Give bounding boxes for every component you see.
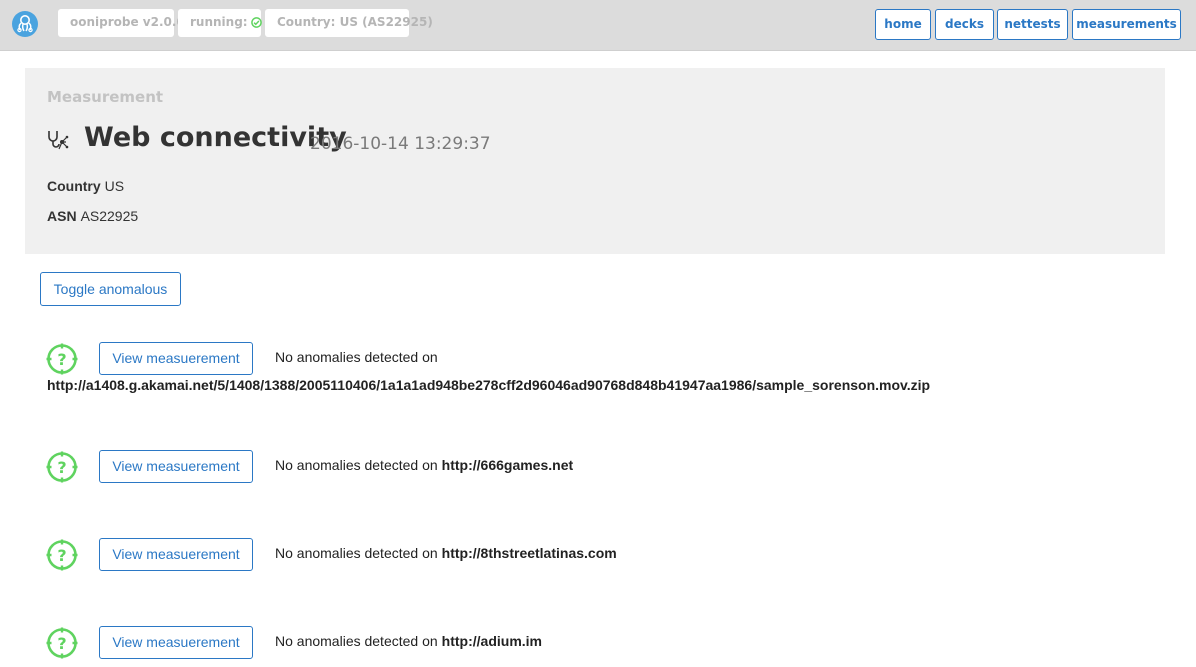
ooni-octopus-logo-icon[interactable]	[12, 11, 38, 37]
view-measurement-button[interactable]: View measuerement	[99, 626, 253, 659]
measurement-timestamp: 2016-10-14 13:29:37	[310, 134, 491, 154]
country-row: Country US	[47, 178, 124, 194]
check-circle-icon	[250, 17, 262, 28]
nav-decks-button[interactable]: decks	[935, 9, 994, 40]
result-text-line: No anomalies detected on http://8thstreet…	[275, 545, 617, 561]
svg-text:?: ?	[57, 458, 66, 477]
measurement-header: Measurement Web connectivity 2016-10-14 …	[25, 68, 1165, 254]
question-circle-icon: ?	[46, 343, 78, 375]
question-circle-icon: ?	[46, 539, 78, 571]
question-circle-icon: ?	[46, 627, 78, 659]
version-badge: ooniprobe v2.0.0	[58, 9, 185, 37]
nav-measurements-button[interactable]: measurements	[1072, 9, 1181, 40]
country-key: Country	[47, 178, 101, 194]
view-measurement-button[interactable]: View measuerement	[99, 538, 253, 571]
result-url: http://8thstreetlatinas.com	[441, 545, 617, 561]
svg-text:?: ?	[57, 350, 66, 369]
question-circle-icon: ?	[46, 451, 78, 483]
result-url: http://666games.net	[441, 457, 574, 473]
result-text: No anomalies detected on	[275, 349, 438, 365]
asn-row: ASN AS22925	[47, 208, 138, 224]
result-text: No anomalies detected on	[275, 633, 438, 649]
nav-home-button[interactable]: home	[875, 9, 931, 40]
section-label: Measurement	[47, 88, 164, 106]
result-text: No anomalies detected on	[275, 457, 438, 473]
result-text-line: No anomalies detected on http://666games.…	[275, 457, 573, 473]
result-url: http://a1408.g.akamai.net/5/1408/1388/20…	[47, 377, 931, 393]
svg-text:?: ?	[57, 634, 66, 653]
version-label: ooniprobe v2.0.0	[70, 15, 185, 29]
result-url: http://adium.im	[441, 633, 542, 649]
svg-text:?: ?	[57, 546, 66, 565]
asn-value: AS22925	[80, 208, 139, 224]
toggle-anomalous-button[interactable]: Toggle anomalous	[40, 272, 181, 306]
view-measurement-button[interactable]: View measuerement	[99, 450, 253, 483]
result-text-line: No anomalies detected on http://adium.im	[275, 633, 542, 649]
country-label: Country: US (AS22925)	[277, 15, 433, 29]
stethoscope-network-icon	[48, 131, 69, 150]
running-label: running:	[190, 15, 248, 29]
country-value: US	[104, 178, 125, 194]
running-badge: running:	[178, 9, 262, 37]
view-measurement-button[interactable]: View measuerement	[99, 342, 253, 375]
result-text: No anomalies detected on	[275, 545, 438, 561]
page-title: Web connectivity	[84, 122, 347, 153]
country-badge: Country: US (AS22925)	[265, 9, 433, 37]
top-navbar: ooniprobe v2.0.0 running: Country: US (A…	[0, 0, 1196, 51]
asn-key: ASN	[47, 208, 77, 224]
nav-nettests-button[interactable]: nettests	[997, 9, 1068, 40]
